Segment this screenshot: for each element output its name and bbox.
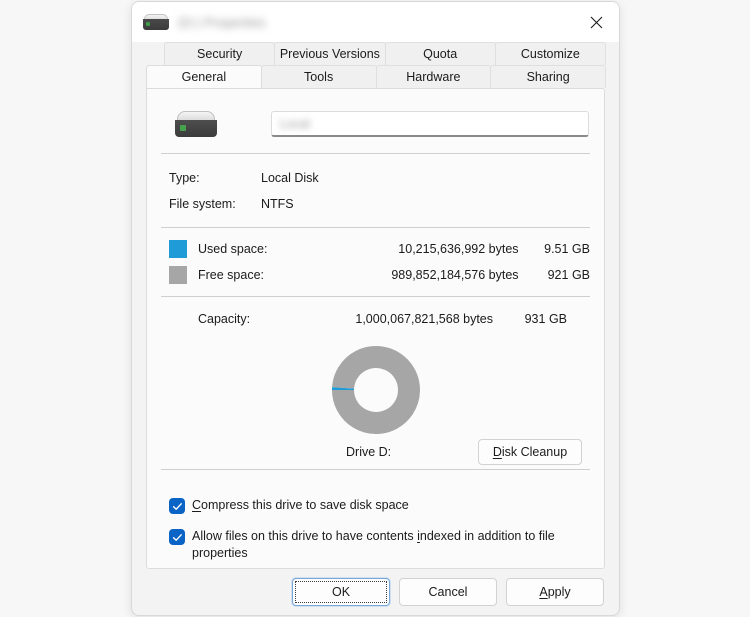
used-space-bytes: 10,215,636,992 bytes	[398, 242, 519, 256]
free-space-bytes: 989,852,184,576 bytes	[391, 268, 519, 282]
compress-drive-checkbox[interactable]	[169, 498, 185, 514]
type-value: Local Disk	[261, 171, 319, 185]
tab-label: General	[181, 70, 227, 84]
capacity-block: Capacity: 1,000,067,821,568 bytes 931 GB	[161, 297, 590, 341]
tab-row-lower: General Tools Hardware Sharing	[146, 65, 606, 88]
donut-slice-free-space	[331, 346, 420, 434]
hard-drive-icon	[175, 111, 217, 137]
options-block: Compress this drive to save disk space A…	[161, 470, 590, 568]
free-space-gb: 921 GB	[547, 268, 590, 282]
drive-properties-dialog: (D:) Properties Security Previous Versio…	[131, 1, 620, 616]
cancel-button[interactable]: Cancel	[399, 578, 497, 606]
drive-led-icon	[146, 22, 150, 26]
index-contents-label: Allow files on this drive to have conten…	[192, 529, 555, 560]
apply-button[interactable]: Apply	[506, 578, 604, 606]
free-space-swatch	[169, 266, 187, 284]
drive-led-icon	[180, 125, 186, 131]
volume-label-row: Local	[161, 89, 590, 153]
index-contents-checkbox[interactable]	[169, 529, 185, 545]
filesystem-row: File system: NTFS	[161, 191, 590, 217]
check-icon	[172, 533, 182, 541]
tab-general[interactable]: General	[146, 65, 262, 88]
tab-label: Customize	[520, 47, 580, 61]
tab-label: Sharing	[526, 70, 570, 84]
ok-button[interactable]: OK	[292, 578, 390, 606]
tab-label: Security	[197, 47, 243, 61]
tab-label: Previous Versions	[279, 47, 380, 61]
capacity-bytes: 1,000,067,821,568 bytes	[355, 312, 493, 326]
compress-drive-label: Compress this drive to save disk space	[192, 498, 409, 512]
capacity-gb: 931 GB	[524, 312, 567, 326]
disk-cleanup-button[interactable]: Disk Cleanup	[478, 439, 582, 465]
index-contents-row[interactable]: Allow files on this drive to have conten…	[161, 521, 590, 568]
tab-sharing[interactable]: Sharing	[490, 65, 606, 88]
type-label: Type:	[169, 171, 200, 185]
drive-info-block: Type: Local Disk File system: NTFS	[161, 154, 590, 227]
window-title: (D:) Properties	[178, 14, 266, 30]
hard-drive-icon	[143, 14, 169, 30]
tab-quota[interactable]: Quota	[384, 42, 496, 65]
free-space-row: Free space: 989,852,184,576 bytes 921 GB	[161, 262, 590, 288]
space-usage-chart	[161, 341, 590, 435]
donut-chart-icon	[331, 346, 420, 434]
compress-drive-row[interactable]: Compress this drive to save disk space	[161, 490, 590, 521]
tab-customize[interactable]: Customize	[494, 42, 606, 65]
used-space-swatch	[169, 240, 187, 258]
tab-security[interactable]: Security	[164, 42, 276, 65]
title-bar: (D:) Properties	[132, 2, 619, 42]
close-icon	[590, 16, 602, 28]
tab-label: Hardware	[406, 70, 461, 84]
volume-label-input[interactable]: Local	[271, 111, 589, 137]
filesystem-value: NTFS	[261, 197, 294, 211]
tab-previous-versions[interactable]: Previous Versions	[274, 42, 386, 65]
general-tab-panel: Local Type: Local Disk File system: NTFS…	[146, 88, 605, 569]
tab-label: Quota	[423, 47, 458, 61]
capacity-row: Capacity: 1,000,067,821,568 bytes 931 GB	[161, 307, 590, 331]
cancel-label: Cancel	[428, 585, 468, 599]
apply-label: Apply	[539, 585, 571, 599]
space-usage-block: Used space: 10,215,636,992 bytes 9.51 GB…	[161, 228, 590, 296]
type-row: Type: Local Disk	[161, 165, 590, 191]
close-button[interactable]	[573, 2, 619, 42]
tab-strip: Security Previous Versions Quota Customi…	[132, 42, 619, 88]
tab-label: Tools	[304, 70, 334, 84]
filesystem-label: File system:	[169, 197, 236, 211]
used-space-label: Used space:	[198, 242, 268, 256]
used-space-gb: 9.51 GB	[544, 242, 590, 256]
capacity-label: Capacity:	[198, 312, 251, 326]
tab-row-upper: Security Previous Versions Quota Customi…	[146, 42, 606, 65]
disk-cleanup-label: Disk Cleanup	[492, 445, 568, 459]
check-icon	[172, 502, 182, 510]
free-space-label: Free space:	[198, 268, 265, 282]
tab-hardware[interactable]: Hardware	[375, 65, 492, 88]
drive-letter-row: Drive D: Disk Cleanup	[161, 435, 590, 469]
drive-letter-label: Drive D:	[346, 445, 392, 459]
dialog-button-bar: OK Cancel Apply	[132, 569, 619, 615]
volume-label-value: Local	[280, 116, 310, 131]
ok-label: OK	[331, 585, 351, 599]
used-space-row: Used space: 10,215,636,992 bytes 9.51 GB	[161, 236, 590, 262]
tab-tools[interactable]: Tools	[260, 65, 377, 88]
